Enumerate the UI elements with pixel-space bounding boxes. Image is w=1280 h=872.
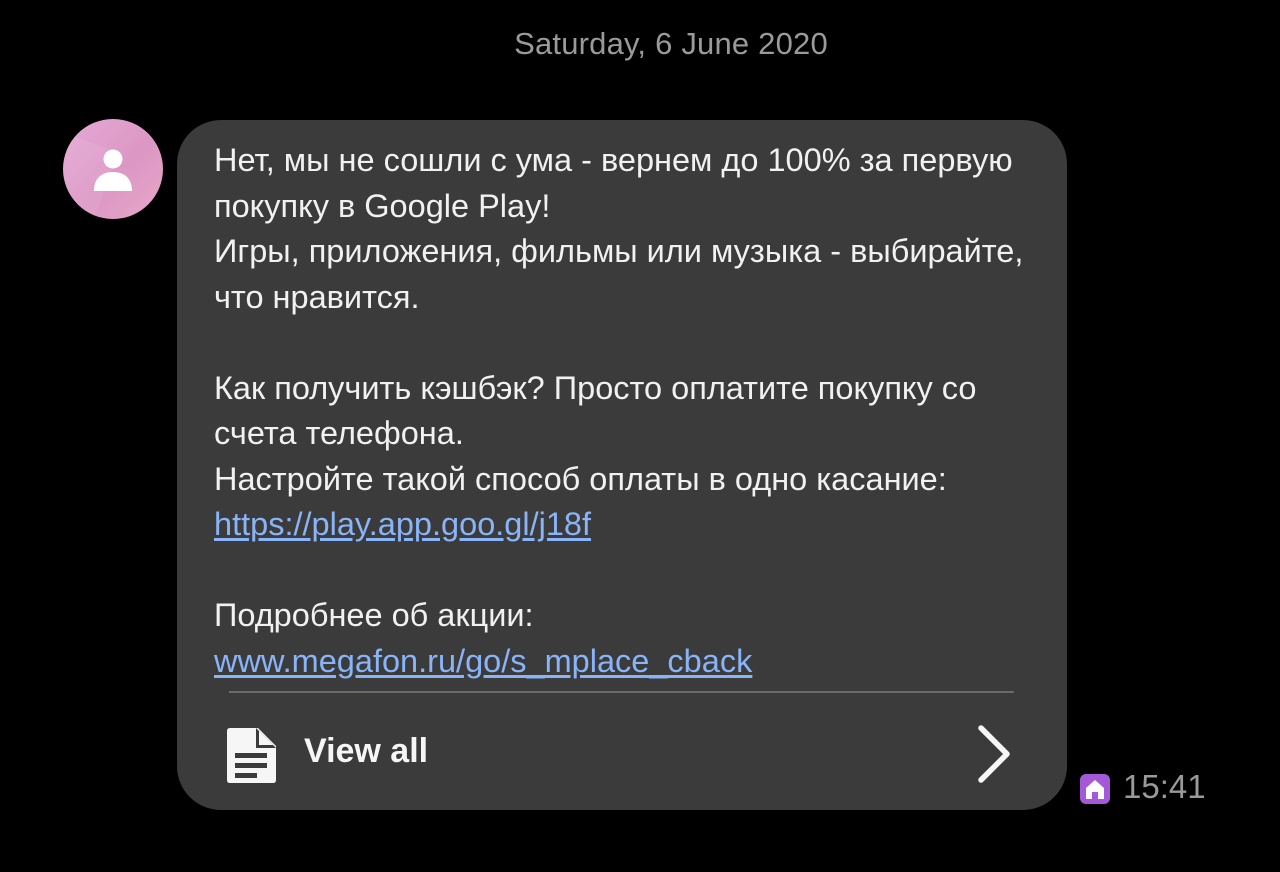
view-all-label: View all [304,732,429,770]
message-body: Нет, мы не сошли с ума - вернем до 100% … [214,138,1054,684]
sender-avatar[interactable] [63,119,163,219]
message-paragraph-3: Как получить кэшбэк? Просто оплатите пок… [214,369,977,452]
message-paragraph-4: Настройте такой способ оплаты в одно кас… [214,457,1054,548]
message-bubble[interactable]: Нет, мы не сошли с ума - вернем до 100% … [177,120,1067,810]
date-header: Saturday, 6 June 2020 [514,26,828,61]
home-sim-icon [1080,774,1110,804]
view-all-button[interactable]: View all [221,712,1021,792]
message-paragraph-2: Игры, приложения, фильмы или музыка - вы… [214,233,1024,315]
person-icon [94,149,132,191]
document-icon [227,728,276,783]
chevron-right-icon [978,725,1010,783]
promo-details-text: Подробнее об акции: [214,597,534,633]
time-label: 15:41 [1123,768,1206,805]
megafon-link[interactable]: www.megafon.ru/go/s_mplace_cback [214,643,752,679]
message-paragraph-1: Нет, мы не сошли с ума - вернем до 100% … [214,142,1013,224]
play-link[interactable]: https://play.app.goo.gl/j18f [214,506,591,542]
payment-setup-text: Настройте такой способ оплаты в одно кас… [214,460,947,497]
message-paragraph-5: Подробнее об акции: www.megafon.ru/go/s_… [214,593,1054,684]
divider [229,691,1014,693]
